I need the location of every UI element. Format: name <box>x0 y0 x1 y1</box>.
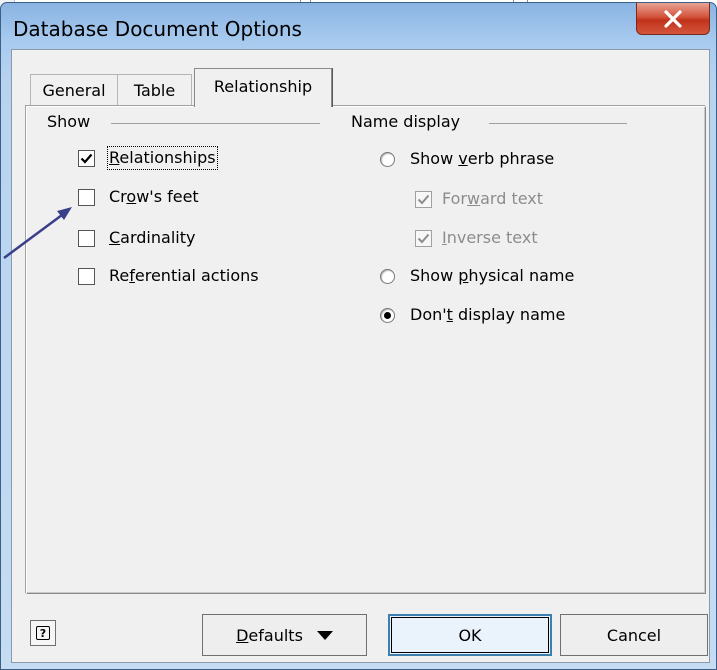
annotation-arrow-line <box>3 210 67 260</box>
tab-relationship-label: Relationship <box>213 77 313 96</box>
tab-relationship[interactable]: Relationship <box>194 68 332 107</box>
annotation-arrow <box>3 207 72 260</box>
